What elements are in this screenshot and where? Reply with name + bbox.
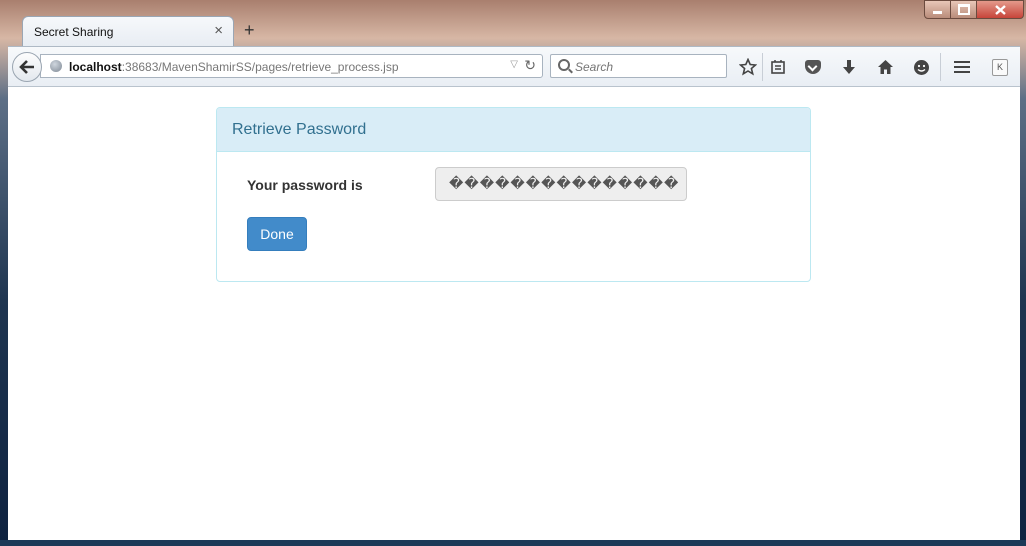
open-menu-button[interactable] <box>951 56 973 78</box>
url-path: :38683/MavenShamirSS/pages/retrieve_proc… <box>121 60 399 74</box>
pocket-button[interactable] <box>802 56 824 78</box>
tab-close-icon[interactable]: × <box>214 22 223 39</box>
tab-title: Secret Sharing <box>34 25 114 39</box>
reload-icon[interactable]: ↻ <box>524 57 536 74</box>
title-bar: Secret Sharing × + <box>0 0 1026 46</box>
dropdown-icon[interactable]: ▽ <box>510 59 518 70</box>
password-label: Your password is <box>247 177 363 193</box>
hello-chat-button[interactable] <box>910 56 932 78</box>
url-host: localhost <box>69 60 122 74</box>
maximize-button[interactable] <box>951 0 977 19</box>
chat-icon <box>913 59 929 75</box>
new-tab-button[interactable]: + <box>244 19 255 41</box>
window-bottom-border <box>0 540 1026 546</box>
downloads-button[interactable] <box>838 56 860 78</box>
minimize-icon <box>933 11 942 14</box>
search-icon <box>558 59 570 71</box>
reading-list-icon <box>771 60 785 74</box>
page-viewport: Retrieve Password Your password is �����… <box>8 87 1020 540</box>
bookmark-star-button[interactable] <box>737 56 759 78</box>
back-arrow-icon <box>19 60 34 74</box>
search-box[interactable] <box>550 54 727 78</box>
window-controls <box>924 0 1024 20</box>
close-icon <box>994 4 1006 15</box>
browser-tab[interactable]: Secret Sharing × <box>22 16 234 46</box>
address-bar[interactable]: localhost:38683/MavenShamirSS/pages/retr… <box>40 54 543 78</box>
home-button[interactable] <box>874 56 896 78</box>
panel-heading: Retrieve Password <box>217 108 810 152</box>
download-icon <box>843 60 855 74</box>
star-icon <box>739 58 757 76</box>
password-field: ��������������� <box>435 167 687 201</box>
maximize-icon <box>957 4 970 15</box>
panel-title: Retrieve Password <box>232 121 367 138</box>
toolbar-separator <box>940 53 941 81</box>
minimize-button[interactable] <box>924 0 951 19</box>
pocket-icon <box>805 60 821 74</box>
toolbar-separator <box>762 53 763 81</box>
globe-icon <box>50 60 62 72</box>
search-input[interactable] <box>575 60 720 74</box>
close-window-button[interactable] <box>977 0 1024 19</box>
k-extension-icon: K <box>992 58 1008 76</box>
navigation-toolbar: localhost:38683/MavenShamirSS/pages/retr… <box>8 46 1020 87</box>
home-icon <box>877 60 893 74</box>
menu-icon <box>954 61 970 73</box>
back-button[interactable] <box>12 52 42 82</box>
url-text[interactable]: localhost:38683/MavenShamirSS/pages/retr… <box>69 60 399 74</box>
extension-button[interactable]: K <box>989 56 1011 78</box>
done-button[interactable]: Done <box>247 217 307 251</box>
reading-list-button[interactable] <box>767 56 789 78</box>
retrieve-password-panel: Retrieve Password Your password is �����… <box>216 107 811 282</box>
